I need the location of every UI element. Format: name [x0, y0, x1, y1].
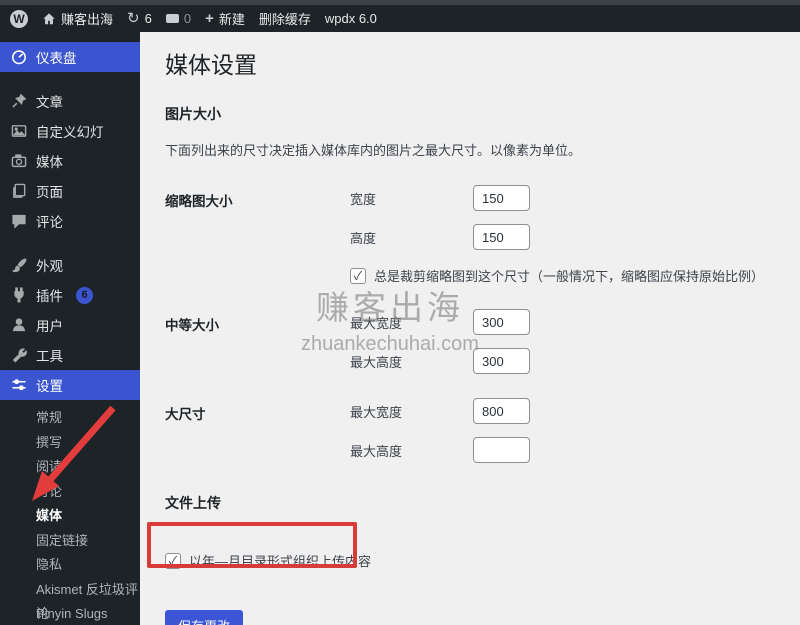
plus-icon: + [205, 10, 214, 27]
submenu-item-privacy[interactable]: 隐私 [0, 553, 140, 578]
medium-max-width-input[interactable] [473, 309, 530, 335]
comments-count: 0 [183, 11, 192, 26]
sidebar-item-label: 工具 [36, 349, 63, 364]
medium-max-height-input[interactable] [473, 348, 530, 374]
medium-size-row: 中等大小 最大宽度 最大高度 [165, 309, 780, 374]
thumbnail-crop-label: 总是裁剪缩略图到这个尺寸（一般情况下，缩略图应保持原始比例） [374, 269, 765, 284]
menu-separator [0, 72, 140, 86]
medium-size-label: 中等大小 [165, 318, 219, 333]
thumbnail-crop-checkbox[interactable] [350, 267, 366, 284]
medium-max-height-label: 最大高度 [350, 354, 403, 370]
sidebar-item-label: 外观 [36, 259, 63, 274]
wordpress-admin-screen: W 赚客出海 ↻ 6 0 + 新建 删除缓存 wpdx 6.0 仪表盘 文章 自… [0, 0, 800, 625]
save-changes-button[interactable]: 保存更改 [165, 610, 244, 625]
menu-separator [0, 236, 140, 250]
sidebar-item-label: 自定义幻灯 [36, 125, 104, 140]
thumbnail-width-input[interactable] [473, 185, 530, 211]
image-sizes-description: 下面列出来的尺寸决定插入媒体库内的图片之最大尺寸。以像素为单位。 [165, 143, 582, 158]
new-content-button[interactable]: + 新建 [205, 9, 245, 28]
medium-max-width-label: 最大宽度 [350, 315, 403, 331]
submenu-item-media[interactable]: 媒体 [0, 504, 140, 529]
visit-site-link[interactable]: 赚客出海 [42, 9, 113, 28]
admin-top-bar: W 赚客出海 ↻ 6 0 + 新建 删除缓存 wpdx 6.0 [0, 5, 800, 32]
site-name: 赚客出海 [61, 12, 114, 27]
page-title: 媒体设置 [165, 52, 257, 78]
submenu-item-reading[interactable]: 阅读 [0, 455, 140, 480]
wrench-icon [12, 348, 27, 363]
sidebar-item-label: 页面 [36, 185, 63, 200]
organize-uploads-checkbox[interactable] [165, 552, 181, 569]
sidebar-item-custom-slides[interactable]: 自定义幻灯 [0, 116, 140, 146]
comments-button[interactable]: 0 [165, 11, 192, 26]
large-max-width-input[interactable] [473, 398, 530, 424]
submenu-item-discussion[interactable]: 讨论 [0, 480, 140, 505]
organize-uploads-line: 以年—月目录形式组织上传内容 [165, 551, 780, 570]
submenu-item-writing[interactable]: 撰写 [0, 431, 140, 456]
large-max-height-label: 最大高度 [350, 443, 403, 459]
thumbnail-size-row: 缩略图大小 宽度 高度 总是裁剪缩略图到这个尺寸（一般情况下，缩略图应保持原始比… [165, 185, 780, 285]
submenu-item-permalinks[interactable]: 固定链接 [0, 529, 140, 554]
settings-submenu: 常规 撰写 阅读 讨论 媒体 固定链接 隐私 Akismet 反垃圾评论 Pin… [0, 400, 140, 625]
updates-count: 6 [144, 11, 152, 26]
thumbnail-height-input[interactable] [473, 224, 530, 250]
clear-cache-button[interactable]: 删除缓存 [259, 9, 311, 28]
thumbnail-width-label: 宽度 [350, 191, 377, 207]
sidebar-item-label: 评论 [36, 215, 63, 230]
home-icon [43, 12, 55, 24]
sidebar-item-users[interactable]: 用户 [0, 310, 140, 340]
sidebar-item-pages[interactable]: 页面 [0, 176, 140, 206]
pushpin-icon [12, 93, 27, 108]
large-max-width-label: 最大宽度 [350, 404, 403, 420]
plugin-update-badge: 6 [76, 286, 93, 304]
sidebar-item-label: 设置 [36, 379, 63, 394]
sidebar-item-comments[interactable]: 评论 [0, 206, 140, 236]
camera-icon [11, 154, 27, 168]
sidebar-item-appearance[interactable]: 外观 [0, 250, 140, 280]
large-size-row: 大尺寸 最大宽度 最大高度 [165, 398, 780, 463]
new-content-label: 新建 [218, 12, 245, 27]
clear-cache-label: 删除缓存 [258, 12, 311, 27]
wpdx-version-label: wpdx 6.0 [324, 11, 377, 26]
sidebar-item-dashboard[interactable]: 仪表盘 [0, 42, 140, 72]
sidebar-item-settings[interactable]: 设置 [0, 370, 140, 400]
comments-icon [165, 14, 179, 23]
dashboard-icon [11, 50, 27, 65]
updates-button[interactable]: ↻ 6 [127, 11, 152, 26]
sidebar-item-plugins[interactable]: 插件 6 [0, 280, 140, 310]
sidebar-item-label: 用户 [36, 319, 63, 334]
large-max-height-input[interactable] [473, 437, 530, 463]
organize-uploads-label: 以年—月目录形式组织上传内容 [189, 554, 372, 569]
thumbnail-height-label: 高度 [350, 230, 377, 246]
sidebar-item-posts[interactable]: 文章 [0, 86, 140, 116]
plug-icon [14, 287, 24, 303]
wpdx-version[interactable]: wpdx 6.0 [325, 11, 377, 26]
large-size-label: 大尺寸 [165, 407, 206, 422]
user-icon [12, 318, 26, 332]
sidebar-item-label: 媒体 [36, 155, 63, 170]
admin-sidebar: 仪表盘 文章 自定义幻灯 媒体 页面 评论 外观 插件 6 用户 工具 设置 常… [0, 32, 140, 625]
wordpress-menu-button[interactable]: W [10, 9, 28, 28]
uploading-heading: 文件上传 [165, 495, 221, 511]
sidebar-item-tools[interactable]: 工具 [0, 340, 140, 370]
comment-icon [12, 214, 26, 229]
pages-icon [13, 183, 26, 198]
sidebar-item-label: 仪表盘 [36, 51, 77, 66]
thumbnail-size-label: 缩略图大小 [165, 194, 233, 209]
sidebar-item-label: 文章 [36, 95, 63, 110]
settings-sliders-icon [12, 379, 26, 391]
updates-icon: ↻ [127, 10, 140, 27]
paintbrush-icon [12, 258, 27, 273]
media-settings-page: 媒体设置 图片大小 下面列出来的尺寸决定插入媒体库内的图片之最大尺寸。以像素为单… [140, 32, 800, 625]
submenu-item-pinyin-slugs[interactable]: Pinyin Slugs [0, 602, 140, 625]
sidebar-item-media[interactable]: 媒体 [0, 146, 140, 176]
slideshow-icon [11, 125, 27, 137]
submenu-item-akismet[interactable]: Akismet 反垃圾评论 [0, 578, 140, 622]
sidebar-item-label: 插件 [36, 289, 63, 304]
wordpress-logo-icon: W [10, 9, 28, 28]
submenu-item-general[interactable]: 常规 [0, 406, 140, 431]
image-sizes-heading: 图片大小 [165, 106, 221, 122]
